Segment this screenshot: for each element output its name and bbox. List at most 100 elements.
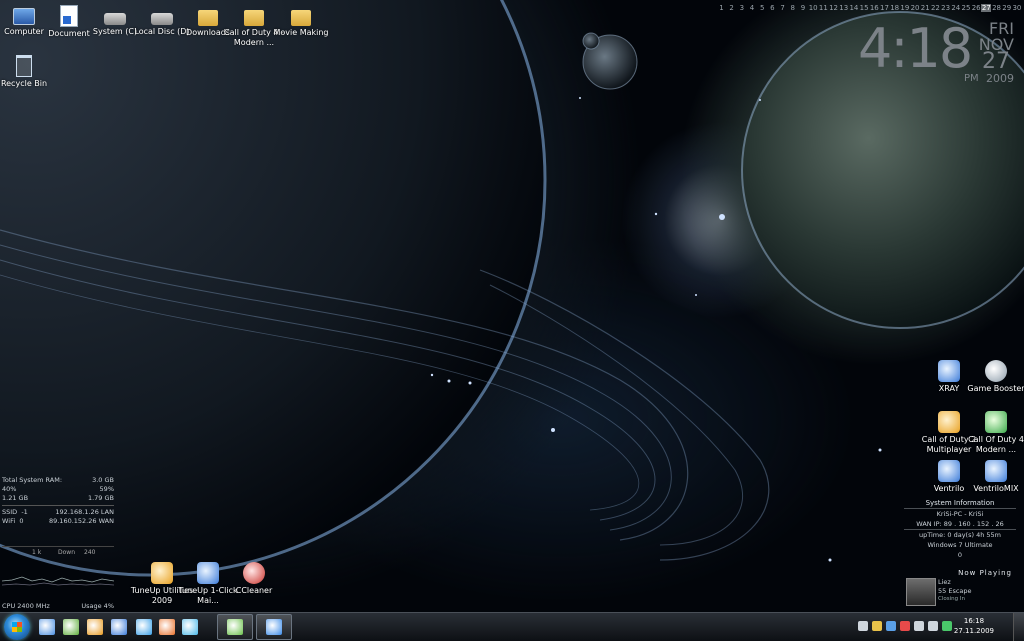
calendar-day[interactable]: 25 — [961, 4, 971, 12]
ssid-value: -1 — [21, 508, 28, 516]
clock-ampm: PM — [964, 73, 979, 84]
media-center-glyph — [111, 619, 127, 635]
media-center-icon[interactable] — [109, 617, 129, 637]
messenger-icon[interactable] — [180, 617, 200, 637]
desktop-icon-ventrilomix[interactable]: VentriloMIX — [964, 460, 1024, 494]
now-playing-status: Closing In — [938, 596, 965, 602]
computer-icon — [13, 8, 35, 25]
calendar-day[interactable]: 21 — [920, 4, 930, 12]
calendar-day[interactable]: 26 — [971, 4, 981, 12]
calendar-day[interactable]: 7 — [778, 4, 788, 12]
wan-label: WAN — [98, 517, 114, 525]
ventrilo-icon — [938, 460, 960, 482]
desktop-icon-label: CCleaner — [235, 586, 273, 595]
tray-icon[interactable] — [872, 621, 882, 631]
media-player-glyph — [266, 619, 282, 635]
calendar-day[interactable]: 23 — [941, 4, 951, 12]
xray-icon — [938, 360, 960, 382]
calendar-day[interactable]: 4 — [747, 4, 757, 12]
calendar-day[interactable]: 17 — [879, 4, 889, 12]
ccleaner-icon — [243, 562, 265, 584]
ram-pct-a: 40% — [2, 485, 17, 493]
calendar-day[interactable]: 10 — [808, 4, 818, 12]
ssid-label: SSID — [2, 508, 18, 516]
recycle-bin-icon — [16, 55, 32, 77]
media-player-icon[interactable] — [256, 614, 292, 640]
calendar-day[interactable]: 9 — [798, 4, 808, 12]
tray-icon[interactable] — [914, 621, 924, 631]
desktop-icon-cod4-mp[interactable]: Call Of Duty 4 Modern ... — [964, 411, 1024, 455]
desktop-icon-label: XRAY — [938, 384, 960, 393]
calendar-day[interactable]: 20 — [910, 4, 920, 12]
calendar-day[interactable]: 3 — [737, 4, 747, 12]
calendar-day[interactable]: 19 — [900, 4, 910, 12]
ram-total: 3.0 GB — [92, 476, 114, 484]
tray-icon[interactable] — [928, 621, 938, 631]
document-icon — [60, 5, 78, 27]
calendar-day[interactable]: 27 — [981, 4, 992, 12]
calendar-day[interactable]: 22 — [930, 4, 940, 12]
calendar-day[interactable]: 2 — [727, 4, 737, 12]
desktop-icon-ccleaner[interactable]: CCleaner — [222, 562, 286, 596]
calendar-day[interactable]: 24 — [951, 4, 961, 12]
system-info-uptime: upTime: 0 day(s) 4h 55m — [918, 531, 1001, 539]
show-desktop-button[interactable] — [1013, 613, 1024, 641]
tray-icon[interactable] — [900, 621, 910, 631]
game-booster-icon — [985, 360, 1007, 382]
calendar-day[interactable]: 8 — [788, 4, 798, 12]
ram-pct-b: 59% — [99, 485, 114, 493]
now-playing-title: Now Playing — [958, 569, 1012, 577]
outlook-glyph — [87, 619, 103, 635]
desktop-icon-recycle-bin[interactable]: Recycle Bin — [0, 55, 56, 89]
cod2-icon — [938, 411, 960, 433]
taskbar-clock[interactable]: 16:18 27.11.2009 — [954, 616, 994, 636]
firefox-glyph — [159, 619, 175, 635]
now-playing-gadget: Now Playing Liez 55 Escape Closing In — [904, 566, 1016, 608]
start-button[interactable] — [4, 614, 30, 640]
network-graph: 1 k Down 240 — [2, 546, 114, 587]
calendar-day[interactable]: 28 — [991, 4, 1001, 12]
calendar-day[interactable]: 5 — [757, 4, 767, 12]
ram-free: 1.79 GB — [87, 494, 114, 502]
internet-explorer-icon[interactable] — [134, 617, 154, 637]
windows-explorer-icon[interactable] — [37, 617, 57, 637]
calendar-day[interactable]: 30 — [1012, 4, 1022, 12]
now-playing-track: 55 Escape — [938, 587, 972, 595]
live-messenger-glyph — [227, 619, 243, 635]
tray-icon[interactable] — [942, 621, 952, 631]
taskbar-time: 16:18 — [963, 617, 985, 625]
utorrent-icon[interactable] — [61, 617, 81, 637]
cpu-row: CPU 2400 MHz Usage 4% — [2, 602, 114, 611]
system-info-title: System Information — [925, 499, 995, 507]
live-messenger-icon[interactable] — [217, 614, 253, 640]
firefox-icon[interactable] — [157, 617, 177, 637]
tray-icon[interactable] — [886, 621, 896, 631]
calendar-day[interactable]: 16 — [869, 4, 879, 12]
calendar-day[interactable]: 1 — [716, 4, 726, 12]
desktop-icon-label: Recycle Bin — [0, 79, 48, 88]
calendar-day[interactable]: 29 — [1002, 4, 1012, 12]
calendar-day[interactable]: 13 — [839, 4, 849, 12]
calendar-day[interactable]: 12 — [828, 4, 838, 12]
desktop-icon-movie-making[interactable]: Movie Making — [269, 5, 333, 38]
calendar-day[interactable]: 18 — [890, 4, 900, 12]
outlook-icon[interactable] — [85, 617, 105, 637]
clock-day: 27 — [982, 49, 1010, 74]
tray-icon[interactable] — [858, 621, 868, 631]
wifi-label: WiFi — [2, 517, 16, 525]
desktop-icon-game-booster[interactable]: Game Booster — [964, 360, 1024, 394]
system-monitor-gadget: Total System RAM: 3.0 GB 40% 59% 1.21 GB 1.… — [2, 476, 114, 610]
network-graph-lines — [2, 576, 114, 586]
clock-time: 4:18 — [858, 17, 973, 80]
system-info-extra: 0 — [957, 551, 963, 559]
now-playing-artist: Liez — [938, 578, 951, 586]
cpu-usage: Usage 4% — [81, 602, 114, 610]
folder-icon — [244, 10, 264, 26]
calendar-day[interactable]: 6 — [767, 4, 777, 12]
lan-ip: 192.168.1.26 — [55, 508, 99, 516]
calendar-day[interactable]: 14 — [849, 4, 859, 12]
calendar-day[interactable]: 15 — [859, 4, 869, 12]
desktop-icon-label: Game Booster — [967, 384, 1024, 393]
moon-small — [582, 32, 600, 50]
calendar-day[interactable]: 11 — [818, 4, 828, 12]
